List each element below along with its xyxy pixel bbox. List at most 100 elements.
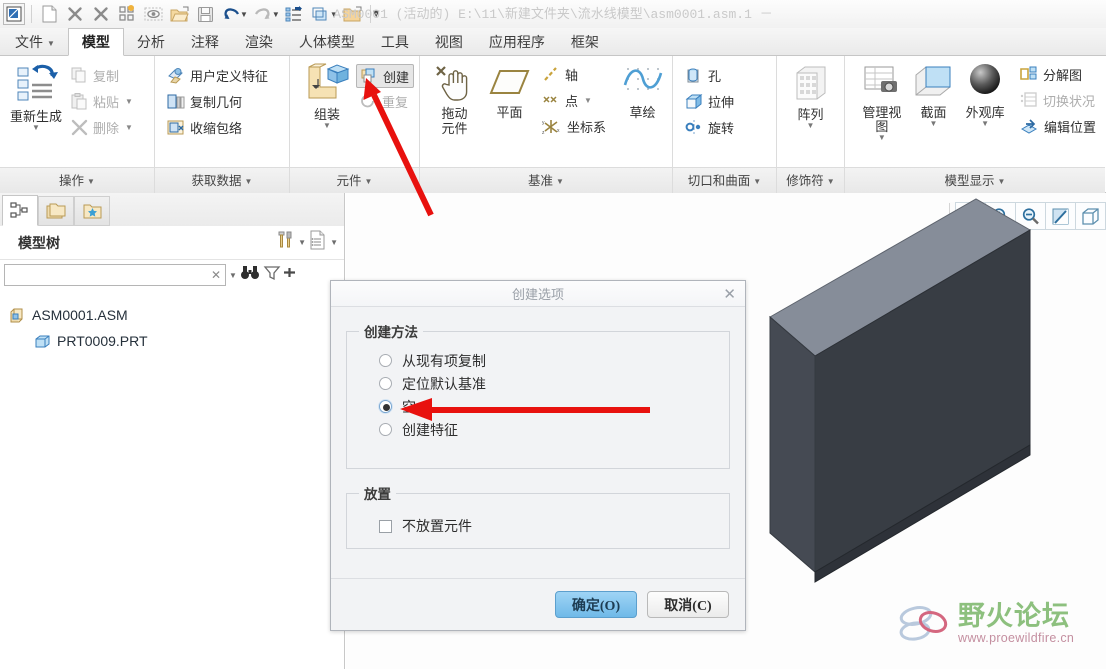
pattern-button[interactable]: 阵列 ▼	[782, 60, 839, 130]
open-folder-icon[interactable]	[166, 2, 192, 26]
folder-icon[interactable]	[340, 2, 366, 26]
create-component-label: 创建	[382, 69, 409, 85]
delete-button[interactable]: 删除 ▼	[67, 114, 137, 140]
window-layout-icon[interactable]	[114, 2, 140, 26]
chevron-down-icon[interactable]: ▼	[125, 123, 133, 132]
favorites-tab[interactable]	[74, 196, 110, 226]
settings-tools-icon[interactable]	[274, 229, 296, 256]
ok-button[interactable]: 确定(O)	[555, 591, 637, 618]
chevron-down-icon[interactable]: ▼	[981, 120, 989, 128]
tree-item-assembly[interactable]: ASM0001.ASM	[10, 302, 344, 328]
tab-applications[interactable]: 应用程序	[476, 28, 558, 55]
chevron-down-icon[interactable]: ▼	[125, 97, 133, 106]
chevron-down-icon[interactable]: ▼	[878, 134, 886, 142]
radio-row-locate-default-datums[interactable]: 定位默认基准	[359, 372, 719, 395]
close-all-icon[interactable]	[88, 2, 114, 26]
ribbon-group-operations: 重新生成 ▼ 复制 粘贴 ▼ 删除 ▼ 操作 ▼	[0, 56, 155, 193]
filter-icon[interactable]	[263, 264, 281, 286]
udf-icon	[168, 67, 183, 84]
datum-point-button[interactable]: 点 ▼	[538, 87, 610, 113]
cancel-button[interactable]: 取消(C)	[647, 591, 729, 618]
radio-locate-default-datums[interactable]	[379, 377, 392, 390]
chevron-down-icon[interactable]: ▼	[330, 238, 338, 247]
shrinkwrap-button[interactable]: 收缩包络	[163, 114, 272, 140]
display-list-icon[interactable]	[308, 229, 328, 256]
ribbon-group-get-data-label[interactable]: 获取数据 ▼	[155, 167, 289, 193]
drag-component-button[interactable]: 拖动 元件	[430, 60, 479, 136]
assemble-button[interactable]: 组装 ▼	[298, 60, 356, 130]
regenerate-button[interactable]: 重新生成 ▼	[5, 60, 67, 132]
tab-model[interactable]: 模型	[67, 28, 124, 56]
regenerate-icon[interactable]	[282, 2, 308, 26]
customize-caret-icon[interactable]: ▼	[371, 8, 382, 20]
model-tree-tab[interactable]	[2, 195, 38, 226]
chevron-down-icon[interactable]: ▼	[298, 238, 306, 247]
app-menu-icon[interactable]	[3, 3, 25, 25]
revolve-button[interactable]: 旋转	[681, 114, 738, 140]
manage-views-button[interactable]: 管理视图 ▼	[857, 60, 907, 142]
tab-analysis[interactable]: 分析	[124, 28, 178, 55]
appearance-gallery-button[interactable]: 外观库 ▼	[960, 60, 1010, 128]
tab-framework[interactable]: 框架	[558, 28, 612, 55]
copy-button[interactable]: 复制	[67, 62, 137, 88]
sketch-button[interactable]: 草绘	[618, 60, 667, 120]
radio-copy-existing[interactable]	[379, 354, 392, 367]
sketch-label: 草绘	[629, 105, 656, 120]
ribbon-group-datum-label[interactable]: 基准 ▼	[420, 167, 672, 193]
chevron-down-icon[interactable]: ▼	[807, 122, 815, 130]
hole-button[interactable]: 孔	[681, 62, 738, 88]
tab-render[interactable]: 渲染	[232, 28, 286, 55]
chevron-down-icon[interactable]: ▼	[323, 122, 331, 130]
radio-empty[interactable]	[379, 400, 392, 413]
tree-item-part[interactable]: PRT0009.PRT	[10, 328, 344, 354]
ribbon-group-cutouts-label[interactable]: 切口和曲面 ▼	[673, 167, 776, 193]
exploded-view-button[interactable]: 分解图	[1016, 61, 1100, 87]
chevron-down-icon[interactable]: ▼	[229, 271, 237, 280]
toggle-status-button[interactable]: 切换状况	[1016, 87, 1100, 113]
new-file-icon[interactable]	[36, 2, 62, 26]
ribbon-group-operations-label[interactable]: 操作 ▼	[0, 167, 154, 193]
chevron-down-icon[interactable]: ▼	[584, 96, 592, 105]
paste-button[interactable]: 粘贴 ▼	[67, 88, 137, 114]
clear-search-icon[interactable]: ✕	[211, 268, 221, 282]
save-icon[interactable]	[192, 2, 218, 26]
ribbon-group-model-display-label[interactable]: 模型显示 ▼	[845, 167, 1105, 193]
checkbox-no-placement[interactable]	[379, 519, 392, 533]
close-icon[interactable]	[62, 2, 88, 26]
undo-icon[interactable]	[218, 2, 244, 26]
ribbon-group-modifiers-label[interactable]: 修饰符 ▼	[777, 167, 844, 193]
folder-browser-tab[interactable]	[38, 196, 74, 226]
chevron-down-icon[interactable]: ▼	[32, 124, 40, 132]
tab-annotate[interactable]: 注释	[178, 28, 232, 55]
coordinate-system-button[interactable]: y z x 坐标系	[538, 113, 610, 139]
copy-geometry-button[interactable]: 复制几何	[163, 88, 272, 114]
tab-human-model[interactable]: 人体模型	[286, 28, 368, 55]
datum-plane-button[interactable]: 平面	[485, 60, 534, 120]
pattern-icon	[796, 66, 825, 100]
repeat-button[interactable]: 重复	[356, 88, 414, 114]
datum-axis-button[interactable]: 轴	[538, 61, 610, 87]
close-icon[interactable]: ✕	[723, 285, 736, 303]
ribbon-group-components-label[interactable]: 元件 ▼	[290, 167, 419, 193]
tab-file[interactable]: 文件 ▼	[2, 28, 68, 55]
extrude-button[interactable]: 拉伸	[681, 88, 738, 114]
checkbox-row-no-placement[interactable]: 不放置元件	[359, 513, 719, 539]
create-component-button[interactable]: 创建	[355, 64, 414, 88]
search-input[interactable]: ✕	[4, 264, 226, 286]
chevron-down-icon[interactable]: ▼	[930, 120, 938, 128]
preview-icon[interactable]	[140, 2, 166, 26]
tab-view[interactable]: 视图	[422, 28, 476, 55]
udf-button[interactable]: 用户定义特征	[163, 62, 272, 88]
window-switch-icon[interactable]	[308, 2, 334, 26]
radio-row-copy-existing[interactable]: 从现有项复制	[359, 349, 719, 372]
radio-row-create-feature[interactable]: 创建特征	[359, 418, 719, 441]
expand-icon[interactable]	[283, 264, 296, 286]
edit-position-button[interactable]: 编辑位置	[1016, 113, 1100, 139]
radio-create-feature[interactable]	[379, 423, 392, 436]
redo-icon[interactable]	[250, 2, 276, 26]
find-binoculars-icon[interactable]	[240, 264, 260, 286]
radio-row-empty[interactable]: 空	[359, 395, 719, 418]
section-button[interactable]: 截面 ▼	[909, 60, 959, 128]
chevron-down-icon: ▼	[364, 177, 373, 186]
tab-tools[interactable]: 工具	[368, 28, 422, 55]
